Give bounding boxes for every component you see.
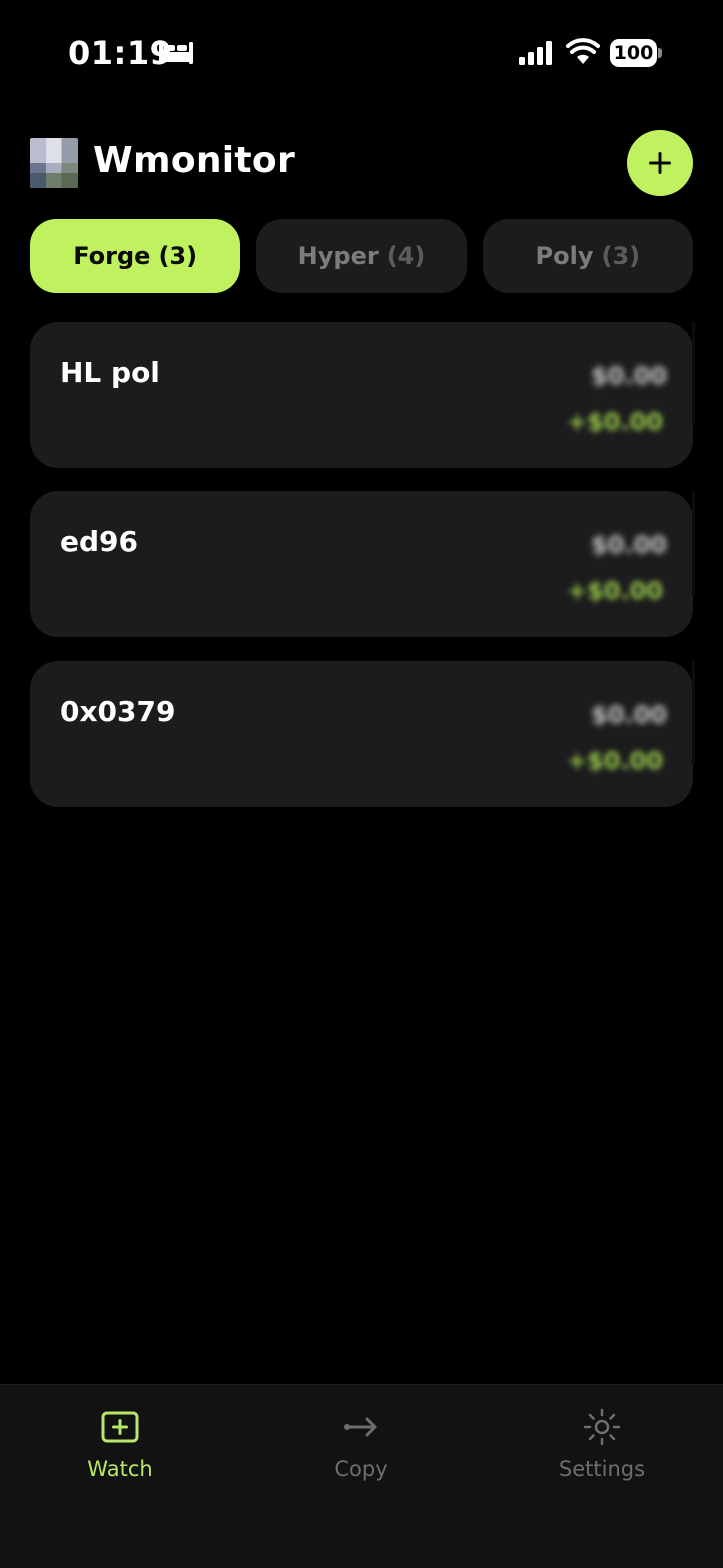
card-edge — [692, 661, 695, 765]
wifi-icon — [566, 38, 600, 64]
nav-watch[interactable]: Watch — [40, 1407, 200, 1497]
wallet-value: $0.00 — [591, 531, 667, 559]
add-wallet-button[interactable] — [627, 130, 693, 196]
avatar[interactable] — [30, 138, 78, 188]
wallet-name: 0x0379 — [60, 695, 176, 728]
bottom-nav: Watch Copy Settings — [0, 1384, 723, 1568]
battery-cap — [658, 48, 662, 58]
tab-forge[interactable]: Forge (3) — [30, 219, 241, 293]
card-edge — [692, 491, 695, 595]
tab-label: Poly — [535, 242, 594, 270]
page-title: Wmonitor — [93, 140, 296, 181]
app-header: Wmonitor — [30, 130, 693, 198]
tab-poly[interactable]: Poly (3) — [482, 219, 693, 293]
status-time: 01:19 — [68, 34, 173, 72]
tab-label: Hyper — [297, 242, 379, 270]
nav-settings[interactable]: Settings — [522, 1407, 682, 1497]
wallet-card[interactable]: ed96 $0.00 +$0.00 — [30, 491, 695, 637]
wallet-value: $0.00 — [591, 701, 667, 729]
wallet-change: +$0.00 — [566, 747, 663, 775]
gear-icon — [583, 1408, 621, 1446]
card-edge — [692, 322, 695, 426]
wallet-name: ed96 — [60, 525, 138, 558]
wallet-change: +$0.00 — [566, 408, 663, 436]
signal-icon — [519, 41, 552, 65]
nav-label: Copy — [334, 1457, 388, 1481]
sleep-icon — [159, 42, 193, 64]
nav-label: Watch — [87, 1457, 153, 1481]
tab-count: (4) — [386, 242, 426, 270]
tab-label: Forge — [73, 242, 151, 270]
wallet-name: HL pol — [60, 356, 160, 389]
tab-count: (3) — [158, 242, 198, 270]
battery-icon: 100 — [610, 39, 662, 67]
arrow-right-icon — [344, 1417, 377, 1437]
battery-level: 100 — [610, 39, 657, 67]
tab-hyper[interactable]: Hyper (4) — [256, 219, 467, 293]
wallet-card[interactable]: 0x0379 $0.00 +$0.00 — [30, 661, 695, 807]
nav-copy[interactable]: Copy — [281, 1407, 441, 1497]
wallet-change: +$0.00 — [566, 577, 663, 605]
watch-icon — [101, 1411, 139, 1443]
nav-label: Settings — [558, 1457, 646, 1481]
status-bar: 01:19 100 — [0, 0, 723, 100]
platform-tabs: Forge (3) Hyper (4) Poly (3) — [30, 219, 693, 293]
wallet-card[interactable]: HL pol $0.00 +$0.00 — [30, 322, 695, 468]
plus-icon — [649, 152, 671, 174]
tab-count: (3) — [601, 242, 641, 270]
wallet-value: $0.00 — [591, 362, 667, 390]
